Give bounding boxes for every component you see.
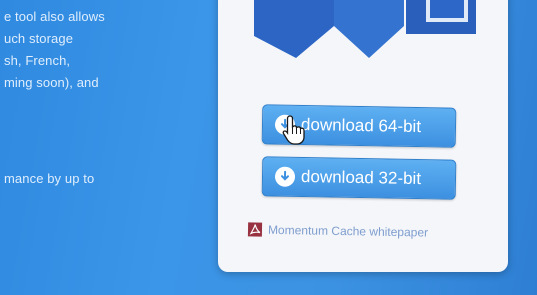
description-line: ming soon), and: [4, 75, 99, 90]
feature-description: e tool also allows uch storage sh, Frenc…: [4, 6, 204, 190]
whitepaper-link-label: Momentum Cache whitepaper: [267, 222, 429, 240]
pdf-icon: [247, 222, 263, 237]
description-line: mance by up to: [4, 171, 95, 186]
hand-pointer-cursor-icon: [282, 115, 305, 145]
download-64-bit-label: download 64-bit: [300, 114, 422, 137]
description-line: uch storage: [4, 31, 74, 46]
whitepaper-link[interactable]: Momentum Cache whitepaper: [247, 222, 429, 240]
download-32-bit-button[interactable]: download 32-bit: [261, 156, 457, 200]
product-logo: [254, 0, 476, 58]
description-line: e tool also allows: [4, 9, 105, 24]
screen: e tool also allows uch storage sh, Frenc…: [0, 0, 537, 295]
download-card: download 64-bit download 32-bit Momentum…: [218, 0, 508, 272]
download-icon: [274, 166, 296, 187]
description-line: sh, French,: [4, 53, 71, 68]
download-32-bit-label: download 32-bit: [300, 166, 422, 189]
